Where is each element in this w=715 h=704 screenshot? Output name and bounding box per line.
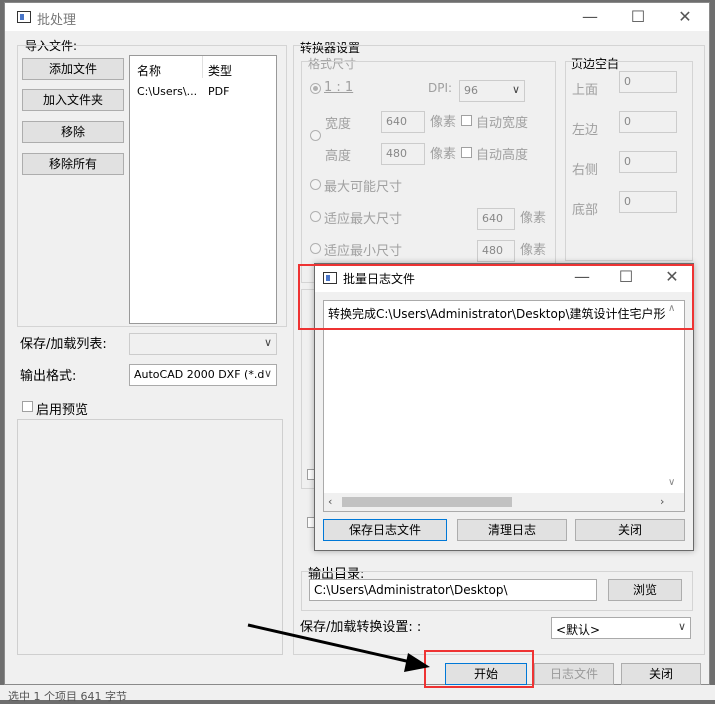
chevron-down-icon: ∨: [677, 620, 686, 633]
log-close-button[interactable]: 关闭: [575, 519, 685, 541]
output-format-label: 输出格式:: [20, 369, 77, 384]
add-file-button[interactable]: 添加文件: [22, 58, 124, 80]
margin-bottom-field[interactable]: 0: [619, 191, 677, 213]
margin-bottom-label: 底部: [572, 203, 599, 218]
chevron-down-icon: ∨: [263, 367, 272, 380]
height-field[interactable]: 480: [381, 143, 425, 165]
auto-width-label: 自动宽度: [476, 116, 529, 131]
dpi-select[interactable]: 96 ∨: [459, 80, 525, 102]
fit-min-unit-label: 像素: [520, 243, 547, 258]
status-bar: 选中 1 个项目 641 字节: [0, 685, 715, 703]
ratio-radio[interactable]: [310, 83, 321, 94]
browse-button[interactable]: 浏览: [608, 579, 682, 601]
margin-top-field[interactable]: 0: [619, 71, 677, 93]
fit-min-field[interactable]: 480: [477, 240, 515, 262]
window-title: 批处理: [37, 13, 77, 28]
close-icon[interactable]: ✕: [670, 7, 700, 27]
margin-right-field[interactable]: 0: [619, 151, 677, 173]
max-possible-label: 最大可能尺寸: [324, 180, 403, 195]
column-header-type[interactable]: 类型: [208, 62, 232, 79]
fit-max-field[interactable]: 640: [477, 208, 515, 230]
arrow-annotation-icon: [247, 623, 430, 672]
max-possible-radio[interactable]: [310, 179, 321, 190]
app-icon: [17, 11, 31, 23]
auto-height-checkbox[interactable]: [461, 147, 472, 158]
start-highlight-box: [424, 650, 534, 688]
maximize-icon[interactable]: ☐: [623, 7, 653, 27]
output-format-value: AutoCAD 2000 DXF (*.d:: [134, 368, 269, 381]
close-button[interactable]: 关闭: [621, 663, 701, 685]
dpi-value: 96: [464, 84, 478, 97]
file-row-type[interactable]: PDF: [208, 85, 229, 98]
margin-left-label: 左边: [572, 123, 599, 138]
settings-select[interactable]: <默认> ∨: [551, 617, 691, 639]
auto-width-checkbox[interactable]: [461, 115, 472, 126]
scroll-right-icon[interactable]: ›: [660, 495, 664, 508]
fit-max-radio[interactable]: [310, 211, 321, 222]
save-load-list-select[interactable]: ∨: [129, 333, 277, 355]
auto-height-label: 自动高度: [476, 148, 529, 163]
width-label: 宽度: [325, 117, 352, 132]
enable-preview-checkbox[interactable]: [22, 401, 33, 412]
height-unit-label: 像素: [430, 147, 457, 162]
clear-log-button[interactable]: 清理日志: [457, 519, 567, 541]
dialog-highlight-box: [298, 264, 694, 330]
window-titlebar: 批处理 — ☐ ✕: [5, 3, 709, 31]
enable-preview-label: 启用预览: [36, 403, 89, 418]
output-format-select[interactable]: AutoCAD 2000 DXF (*.d: ∨: [129, 364, 277, 386]
ratio-label: 1 : 1: [324, 80, 354, 95]
file-list[interactable]: 名称 类型 C:\Users\... PDF: [129, 55, 277, 324]
scroll-left-icon[interactable]: ‹: [328, 495, 332, 508]
margin-right-label: 右侧: [572, 163, 599, 178]
save-load-list-label: 保存/加载列表:: [20, 337, 107, 352]
fit-max-unit-label: 像素: [520, 211, 547, 226]
settings-value: <默认>: [556, 623, 601, 637]
margin-top-label: 上面: [572, 83, 599, 98]
log-textarea[interactable]: 转换完成C:\Users\Administrator\Desktop\建筑设计住…: [323, 300, 685, 512]
fit-min-radio[interactable]: [310, 243, 321, 254]
width-field[interactable]: 640: [381, 111, 425, 133]
file-row-name[interactable]: C:\Users\...: [137, 85, 197, 98]
margin-left-field[interactable]: 0: [619, 111, 677, 133]
column-header-name[interactable]: 名称: [137, 62, 161, 79]
fit-max-label: 适应最大尺寸: [324, 212, 403, 227]
fit-min-label: 适应最小尺寸: [324, 244, 403, 259]
height-label: 高度: [325, 149, 352, 164]
output-dir-field[interactable]: C:\Users\Administrator\Desktop\: [309, 579, 597, 601]
scroll-down-icon[interactable]: ∨: [668, 477, 675, 488]
minimize-icon[interactable]: —: [575, 7, 605, 27]
horizontal-scrollbar[interactable]: ‹ ›: [324, 493, 684, 511]
chevron-down-icon: ∨: [263, 336, 272, 349]
remove-button[interactable]: 移除: [22, 121, 124, 143]
chevron-down-icon: ∨: [511, 83, 520, 96]
remove-all-button[interactable]: 移除所有: [22, 153, 124, 175]
scrollbar-thumb[interactable]: [342, 497, 512, 507]
log-file-button[interactable]: 日志文件: [534, 663, 614, 685]
status-bar-text: 选中 1 个项目 641 字节: [8, 690, 127, 703]
save-log-button[interactable]: 保存日志文件: [323, 519, 447, 541]
width-unit-label: 像素: [430, 115, 457, 130]
dpi-label: DPI:: [428, 81, 453, 95]
column-divider: [202, 56, 203, 78]
add-folder-button[interactable]: 加入文件夹: [22, 89, 124, 111]
custom-size-radio[interactable]: [310, 130, 321, 141]
